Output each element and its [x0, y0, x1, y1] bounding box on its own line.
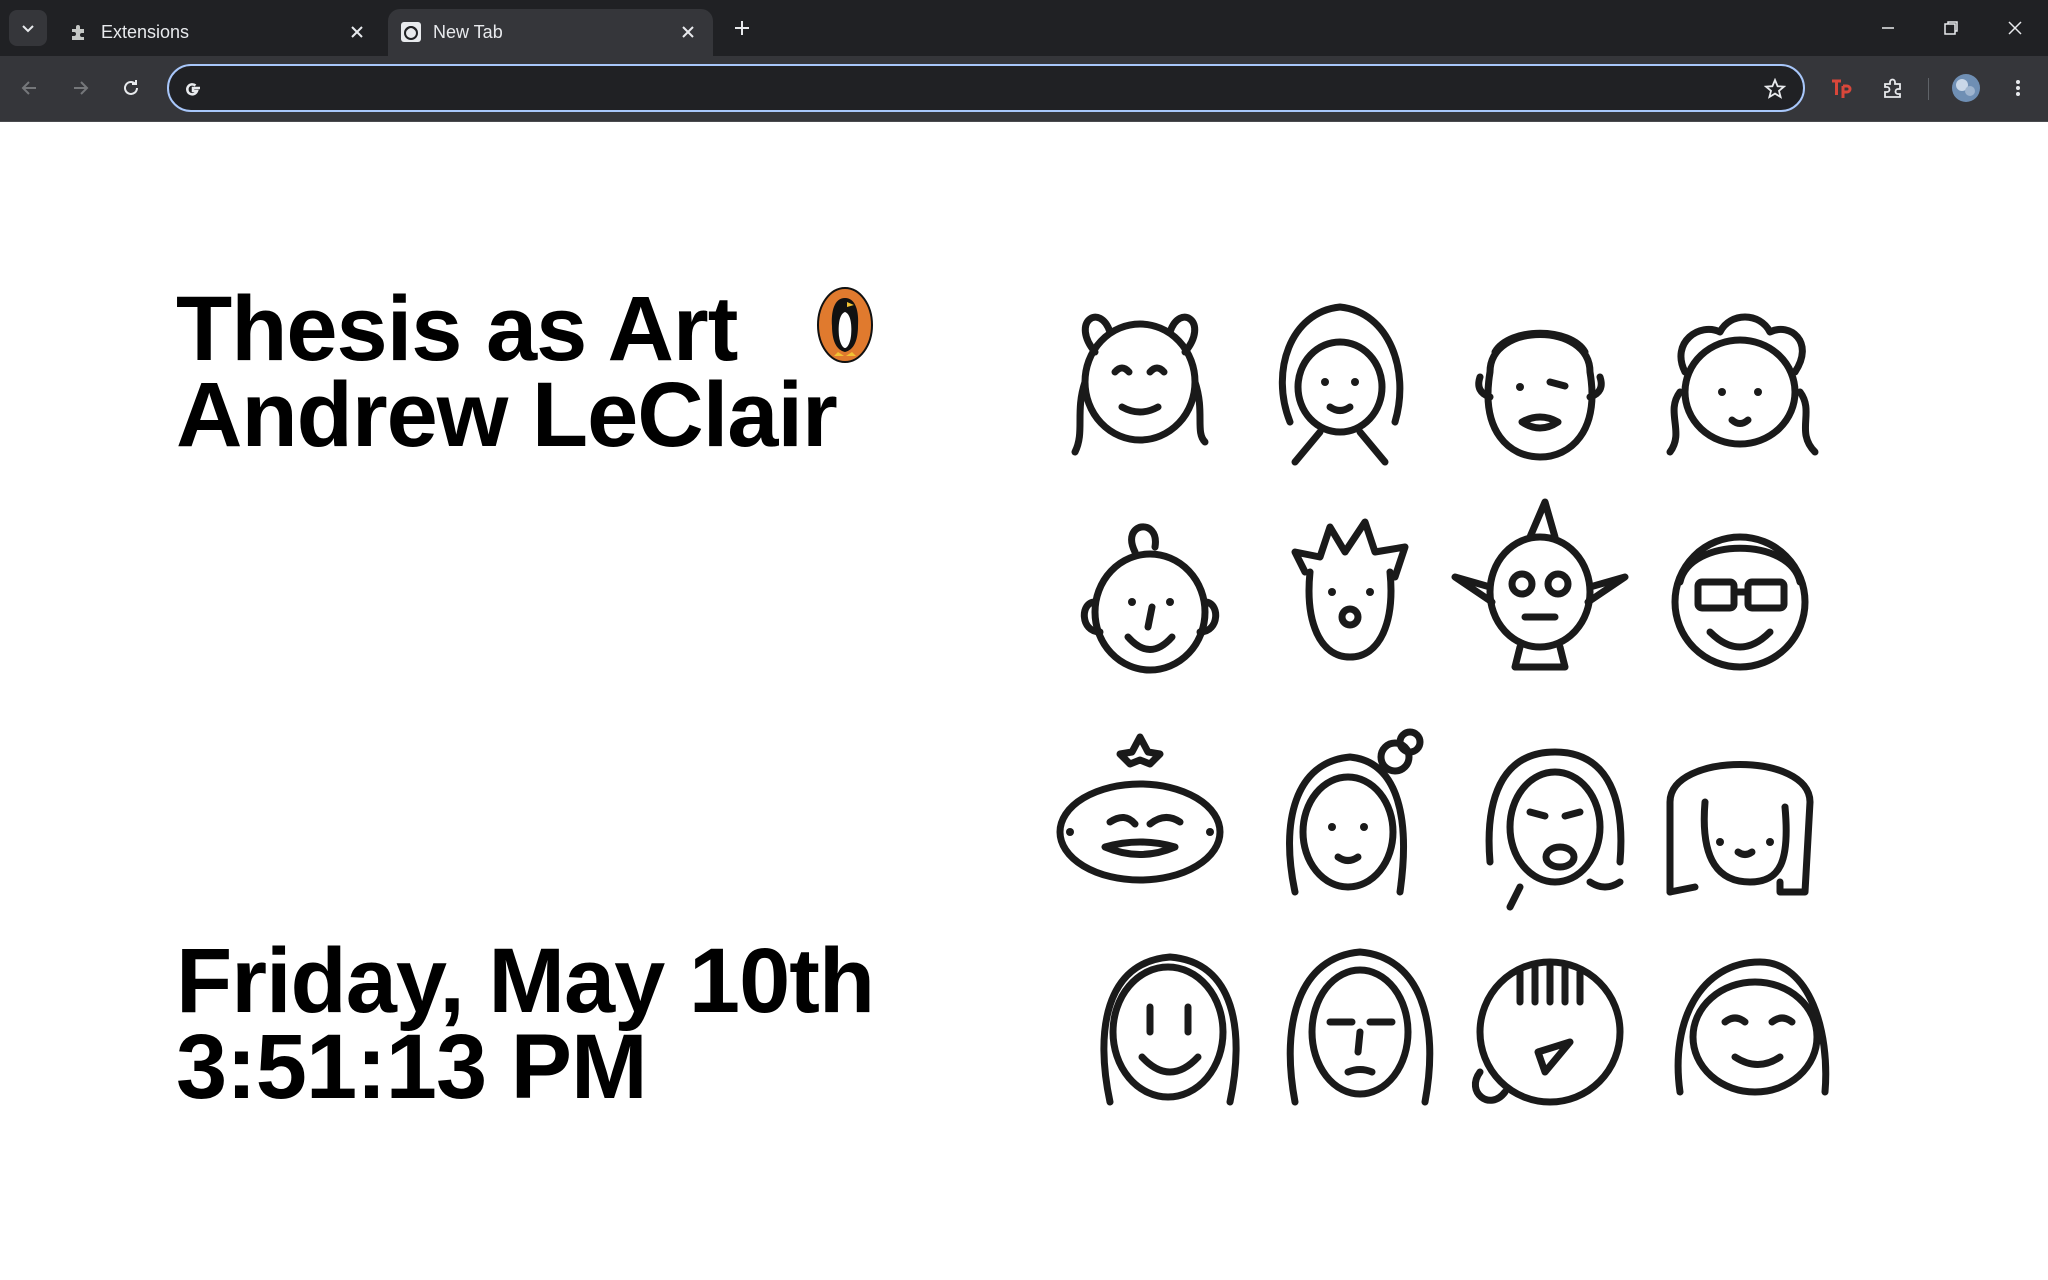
face-doodle-bob-hair — [1650, 712, 1830, 912]
face-doodle-topknot — [1060, 502, 1240, 702]
extensions-menu-button[interactable] — [1873, 68, 1913, 108]
clock: Friday, May 10th 3:51:13 PM — [176, 930, 875, 1118]
tab-search-button[interactable] — [9, 10, 47, 46]
face-doodle-curly-hair — [1650, 282, 1830, 482]
tab-title: New Tab — [433, 22, 503, 42]
face-doodle-flower-hair — [1260, 712, 1440, 912]
restore-button[interactable] — [1930, 8, 1972, 48]
face-doodle-grid — [1050, 282, 1870, 1242]
profile-button[interactable] — [1946, 68, 1986, 108]
puzzle-icon — [68, 21, 90, 43]
google-icon — [181, 76, 205, 100]
face-doodle-pigtails — [1050, 282, 1230, 482]
puzzle-icon — [1884, 78, 1901, 98]
tab-new-tab[interactable]: New Tab — [388, 9, 713, 56]
tab-extensions[interactable]: Extensions — [56, 9, 382, 56]
reload-icon — [124, 80, 138, 95]
toolbar — [0, 56, 2048, 122]
close-icon — [2008, 21, 2022, 35]
minimize-button[interactable] — [1867, 8, 1909, 48]
face-doodle-winking — [1660, 922, 1840, 1122]
tab-title: Extensions — [101, 22, 190, 42]
page-title: Thesis as Art Andrew LeClair — [176, 278, 838, 466]
face-doodle-glasses — [1650, 492, 1830, 692]
forward-button[interactable] — [60, 68, 100, 108]
date-text: Friday, May 10th — [176, 930, 875, 1032]
close-icon[interactable] — [346, 21, 368, 43]
face-doodle-messy-hair — [1270, 922, 1450, 1122]
tp-extension-button[interactable] — [1822, 68, 1862, 108]
bookmark-star-icon[interactable] — [1761, 75, 1789, 103]
reload-button[interactable] — [111, 68, 151, 108]
face-doodle-spiky-hair — [1260, 492, 1440, 692]
newtab-favicon — [400, 21, 422, 43]
tp-extension-icon — [1832, 79, 1852, 98]
back-button[interactable] — [10, 68, 50, 108]
close-icon[interactable] — [677, 21, 699, 43]
face-doodle-long-hair — [1250, 272, 1430, 472]
chevron-down-icon — [22, 25, 34, 33]
tab-strip: Extensions New Tab — [0, 0, 2048, 56]
restore-icon — [1944, 21, 1958, 35]
plus-icon — [735, 21, 749, 35]
new-tab-button[interactable] — [726, 12, 758, 44]
face-doodle-crowned — [1050, 712, 1230, 912]
face-doodle-smile — [1080, 922, 1260, 1122]
time-text: 3:51:13 PM — [176, 1016, 648, 1118]
face-doodle-bald — [1460, 922, 1640, 1122]
toolbar-divider — [1928, 78, 1929, 100]
minimize-icon — [1882, 27, 1894, 29]
profile-avatar — [1952, 74, 1980, 102]
close-window-button[interactable] — [1994, 8, 2036, 48]
new-tab-page: Thesis as Art Andrew LeClair Friday, May… — [0, 122, 2048, 1280]
browser-menu-button[interactable] — [1998, 68, 2038, 108]
author-line: Andrew LeClair — [176, 364, 838, 466]
more-vert-icon — [2016, 80, 2020, 96]
arrow-left-icon — [21, 81, 36, 95]
arrow-right-icon — [74, 81, 89, 95]
face-doodle-elf — [1450, 492, 1630, 692]
penguin-logo — [817, 287, 873, 363]
face-doodle-dreadlocks — [1460, 712, 1640, 912]
face-doodle-beard — [1450, 282, 1630, 482]
address-input[interactable] — [217, 72, 1717, 104]
address-bar[interactable] — [167, 64, 1805, 112]
title-line: Thesis as Art — [176, 278, 738, 380]
